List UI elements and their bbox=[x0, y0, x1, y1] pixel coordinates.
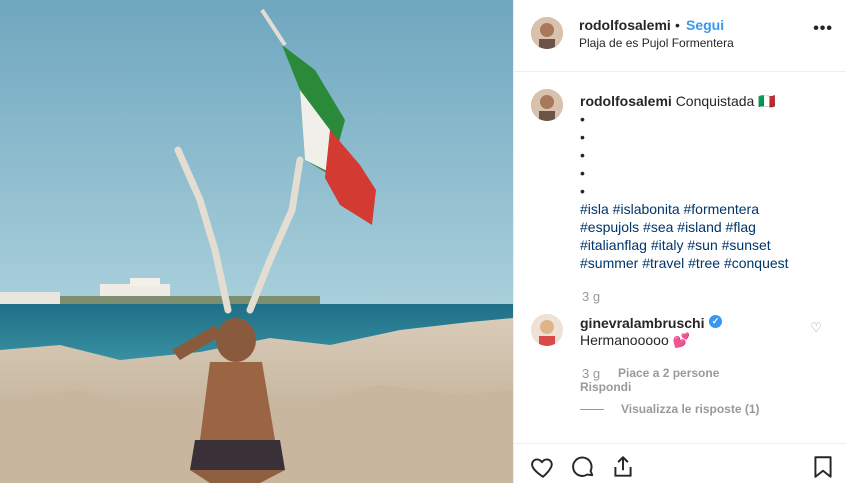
bookmark-icon[interactable] bbox=[810, 454, 836, 480]
post-header: rodolfosalemi • Segui Plaja de es Pujol … bbox=[514, 0, 846, 72]
share-icon[interactable] bbox=[610, 454, 636, 480]
replies-divider bbox=[580, 409, 604, 410]
caption-bullet: • bbox=[580, 183, 585, 199]
post-details-panel: rodolfosalemi • Segui Plaja de es Pujol … bbox=[513, 0, 846, 483]
reply-button[interactable]: Rispondi bbox=[580, 380, 631, 394]
hashtag-line[interactable]: #espujols #sea #island #flag bbox=[580, 218, 830, 236]
view-replies-button[interactable]: Visualizza le risposte (1) bbox=[621, 402, 760, 416]
action-bar bbox=[514, 443, 846, 483]
caption-bullet: • bbox=[580, 111, 585, 127]
beach-flag-photo bbox=[0, 0, 513, 483]
verified-badge-icon: ✓ bbox=[709, 315, 722, 328]
avatar[interactable] bbox=[531, 17, 563, 49]
heart-icon[interactable] bbox=[530, 454, 556, 480]
post-location[interactable]: Plaja de es Pujol Formentera bbox=[579, 36, 734, 50]
post-username[interactable]: rodolfosalemi bbox=[579, 17, 671, 33]
caption-text: Conquistada 🇮🇹 bbox=[675, 93, 776, 109]
heart-icon[interactable]: ♡ bbox=[810, 320, 822, 336]
caption-bullet: • bbox=[580, 147, 585, 163]
caption-username[interactable]: rodolfosalemi bbox=[580, 93, 672, 109]
separator-dot: • bbox=[675, 17, 680, 33]
caption-bullet: • bbox=[580, 165, 585, 181]
avatar[interactable] bbox=[531, 314, 563, 346]
comment-username[interactable]: ginevralambruschi bbox=[580, 315, 705, 331]
avatar[interactable] bbox=[531, 89, 563, 121]
caption-bullet: • bbox=[580, 129, 585, 145]
caption-text-block: rodolfosalemi Conquistada 🇮🇹 • • • • • #… bbox=[580, 92, 830, 272]
hashtag-line[interactable]: #summer #travel #tree #conquest bbox=[580, 254, 830, 272]
post-photo[interactable] bbox=[0, 0, 513, 483]
comment-text: Hermanooooo 💕 bbox=[580, 332, 691, 348]
hashtag-line[interactable]: #italianflag #italy #sun #sunset bbox=[580, 236, 830, 254]
more-options-icon[interactable]: ••• bbox=[813, 20, 833, 38]
comment-likes[interactable]: Piace a 2 persone bbox=[618, 366, 719, 380]
caption-timestamp[interactable]: 3 g bbox=[582, 289, 600, 304]
follow-button[interactable]: Segui bbox=[686, 17, 724, 33]
comment-icon[interactable] bbox=[570, 454, 596, 480]
hashtag-line[interactable]: #isla #islabonita #formentera bbox=[580, 200, 830, 218]
comment-timestamp[interactable]: 3 g bbox=[582, 366, 600, 381]
